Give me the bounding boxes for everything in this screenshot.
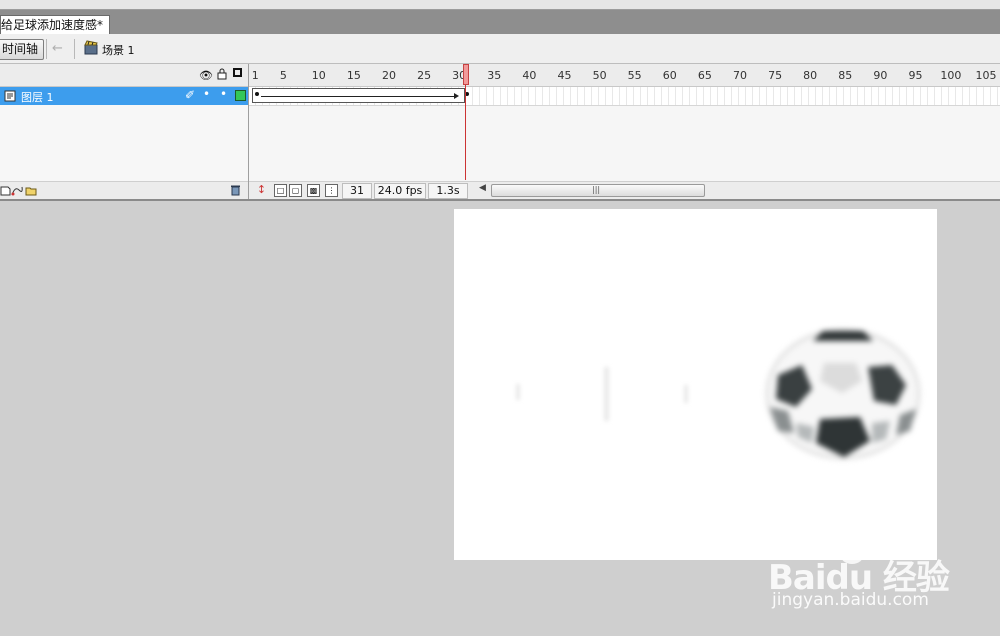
- ruler-tick-label: 15: [346, 69, 361, 82]
- current-frame-field[interactable]: 31: [342, 183, 372, 199]
- ruler-tick-label: 20: [381, 69, 396, 82]
- layer-page-icon: [4, 90, 16, 102]
- scrollbar-grip-icon: |||: [592, 185, 601, 194]
- ruler-tick-label: 70: [732, 69, 747, 82]
- ruler-tick-label: 45: [557, 69, 572, 82]
- ruler-tick-label: 80: [803, 69, 818, 82]
- layer-outline-color-icon[interactable]: [235, 90, 246, 101]
- onion-skin-icon[interactable]: □: [274, 184, 287, 197]
- document-tab-label: 给足球添加速度感*: [1, 18, 104, 32]
- playhead[interactable]: [463, 64, 469, 180]
- back-arrow-icon[interactable]: ←: [52, 41, 63, 56]
- add-motion-guide-icon[interactable]: [11, 185, 23, 196]
- motion-blur-trace: [516, 384, 520, 400]
- menu-bar: [0, 0, 1000, 10]
- layer-list-empty-area: [0, 105, 248, 181]
- ruler-tick-label: 60: [662, 69, 677, 82]
- new-folder-icon[interactable]: [25, 185, 37, 196]
- stage-canvas[interactable]: [454, 209, 937, 560]
- layer-row[interactable]: 图层 1 ✐ • •: [0, 87, 248, 105]
- lock-icon[interactable]: [217, 68, 227, 80]
- soccer-ball[interactable]: [760, 323, 926, 465]
- document-tab-bar: 给足球添加速度感*: [0, 10, 1000, 35]
- playhead-line: [465, 85, 466, 180]
- ruler-tick-label: 40: [522, 69, 537, 82]
- ruler-tick-label: 50: [592, 69, 607, 82]
- scene-clapper-icon: [84, 40, 98, 55]
- modify-onion-markers-icon[interactable]: ⋮: [325, 184, 338, 197]
- ruler-tick-label: 1: [251, 69, 259, 82]
- frames-empty-area: [249, 106, 1000, 181]
- edit-bar: 时间轴 ← 场景 1: [0, 34, 1000, 64]
- layer-footer: [0, 181, 248, 200]
- eye-icon[interactable]: 👁: [199, 69, 213, 82]
- trash-icon[interactable]: [230, 184, 241, 196]
- lock-dot-icon[interactable]: •: [220, 87, 227, 101]
- tween-arrow: [261, 93, 459, 99]
- outline-icon[interactable]: [233, 68, 242, 77]
- timeline-horizontal-scrollbar[interactable]: |||: [491, 184, 705, 197]
- frame-rate-field[interactable]: 24.0 fps: [374, 183, 426, 199]
- new-layer-icon[interactable]: [0, 185, 11, 196]
- ruler-tick-label: 95: [908, 69, 923, 82]
- ruler-tick-label: 5: [279, 69, 287, 82]
- frame-ruler[interactable]: 1 5 10 15 20 25 30 35 40 45 50 55 60 65 70 75 80 85 90 95 10…: [249, 64, 1000, 87]
- ruler-tick-label: 85: [838, 69, 853, 82]
- toolbar-separator: [46, 39, 47, 59]
- visibility-dot-icon[interactable]: •: [203, 87, 210, 101]
- playhead-handle[interactable]: [463, 64, 469, 85]
- scene-label[interactable]: 场景 1: [102, 42, 135, 58]
- layer-header: 👁: [0, 64, 248, 87]
- ruler-tick-label: 100: [940, 69, 962, 82]
- frame-row[interactable]: [249, 87, 1000, 106]
- motion-blur-trace: [684, 385, 688, 403]
- scroll-left-arrow-icon[interactable]: ◀: [479, 183, 486, 193]
- elapsed-time-field: 1.3s: [428, 183, 468, 199]
- ruler-tick-label: 75: [768, 69, 783, 82]
- ruler-tick-label: 105: [975, 69, 997, 82]
- ruler-tick-label: 25: [417, 69, 432, 82]
- ruler-tick-label: 65: [697, 69, 712, 82]
- ruler-tick-label: 10: [311, 69, 326, 82]
- motion-blur-trace: [604, 367, 609, 421]
- onion-skin-outlines-icon[interactable]: ▢: [289, 184, 302, 197]
- center-frame-icon[interactable]: ↕: [256, 184, 267, 195]
- timeline-status-bar: ↕ □ ▢ ▩ ⋮ 31 24.0 fps 1.3s ◀ |||: [249, 181, 1000, 199]
- layer-panel: 👁 图层 1 ✐ • •: [0, 64, 249, 200]
- pencil-icon: ✐: [185, 88, 196, 102]
- keyframe-start[interactable]: [255, 92, 259, 96]
- layer-name: 图层 1: [21, 91, 54, 104]
- toolbar-separator: [74, 39, 75, 59]
- timeline-toggle-button[interactable]: 时间轴: [0, 39, 44, 60]
- timeline-frames-panel: 1 5 10 15 20 25 30 35 40 45 50 55 60 65 70 75 80 85 90 95 10…: [249, 64, 1000, 199]
- ruler-tick-label: 35: [487, 69, 502, 82]
- edit-multiple-frames-icon[interactable]: ▩: [307, 184, 320, 197]
- watermark-url: jingyan.baidu.com: [772, 590, 929, 610]
- ruler-tick-label: 90: [873, 69, 888, 82]
- document-tab[interactable]: 给足球添加速度感*: [0, 15, 111, 35]
- baidu-watermark: Baidu 经验 jingyan.baidu.com: [760, 528, 1000, 636]
- ruler-tick-label: 55: [627, 69, 642, 82]
- motion-tween-span[interactable]: [252, 88, 465, 103]
